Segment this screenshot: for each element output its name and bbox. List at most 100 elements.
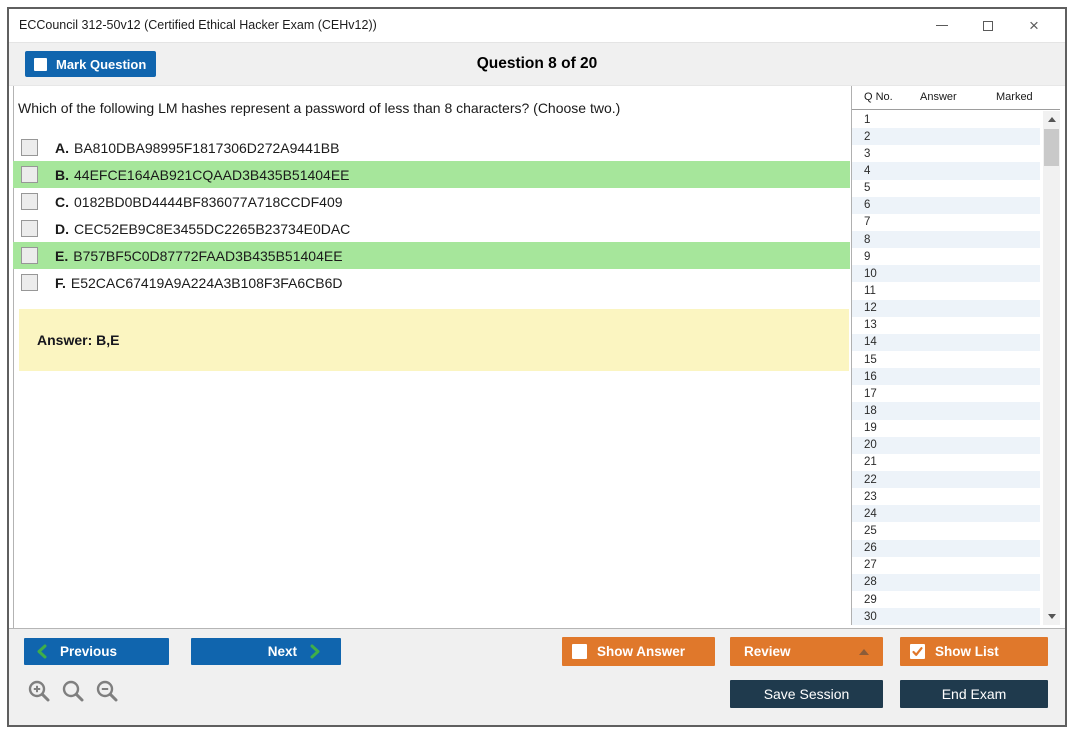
show-list-checkbox[interactable] (910, 644, 925, 659)
option-text: 44EFCE164AB921CQAAD3B435B51404EE (74, 166, 350, 183)
title-bar: ECCouncil 312-50v12 (Certified Ethical H… (9, 9, 1065, 42)
chevron-right-icon (310, 644, 320, 659)
question-list-row[interactable]: 23 (852, 488, 1040, 505)
question-list-row[interactable]: 7 (852, 214, 1040, 231)
scroll-up-icon[interactable] (1043, 112, 1060, 127)
row-qno: 23 (864, 490, 877, 503)
minimize-button[interactable] (919, 9, 965, 42)
zoom-out-icon[interactable] (95, 679, 120, 704)
show-answer-button[interactable]: Show Answer (562, 637, 715, 666)
row-qno: 3 (864, 147, 871, 160)
question-text: Which of the following LM hashes represe… (18, 100, 621, 116)
row-qno: 7 (864, 216, 871, 229)
question-list-row[interactable]: 21 (852, 454, 1040, 471)
answer-option[interactable]: D. CEC52EB9C8E3455DC2265B23734E0DAC (13, 215, 850, 242)
question-list-row[interactable]: 3 (852, 145, 1040, 162)
question-list-row[interactable]: 29 (852, 591, 1040, 608)
caret-up-icon (859, 649, 869, 655)
question-list-row[interactable]: 10 (852, 265, 1040, 283)
row-qno: 17 (864, 387, 877, 400)
window-controls: × (919, 9, 1057, 42)
question-list-row[interactable]: 27 (852, 557, 1040, 574)
option-checkbox[interactable] (21, 220, 38, 237)
previous-label: Previous (60, 644, 118, 659)
question-list-row[interactable]: 20 (852, 436, 1040, 454)
close-button[interactable]: × (1011, 9, 1057, 42)
question-list-row[interactable]: 24 (852, 505, 1040, 523)
chevron-left-icon (37, 644, 47, 659)
zoom-reset-icon[interactable] (61, 679, 86, 704)
end-exam-label: End Exam (941, 686, 1007, 702)
option-letter: F. (55, 274, 66, 291)
option-checkbox[interactable] (21, 166, 38, 183)
option-checkbox[interactable] (21, 139, 38, 156)
question-list-row[interactable]: 5 (852, 180, 1040, 197)
previous-button[interactable]: Previous (24, 638, 169, 665)
answer-option[interactable]: B. 44EFCE164AB921CQAAD3B435B51404EE (13, 161, 850, 188)
column-header-answer: Answer (920, 91, 957, 103)
row-qno: 19 (864, 422, 877, 435)
next-label: Next (267, 644, 297, 659)
row-qno: 10 (864, 267, 877, 280)
column-header-marked: Marked (996, 91, 1033, 103)
row-qno: 22 (864, 473, 877, 486)
question-list-row[interactable]: 16 (852, 368, 1040, 386)
option-text: CEC52EB9C8E3455DC2265B23734E0DAC (74, 220, 351, 237)
show-answer-checkbox[interactable] (572, 644, 587, 659)
question-list-scrollbar[interactable] (1043, 111, 1060, 625)
mark-question-button[interactable]: Mark Question (25, 51, 156, 77)
question-list-row[interactable]: 22 (852, 470, 1040, 489)
answer-option[interactable]: F. E52CAC67419A9A224A3B108F3FA6CB6D (13, 269, 850, 296)
question-list-row[interactable]: 28 (852, 573, 1040, 591)
answer-option[interactable]: C. 0182BD0BD4444BF836077A718CCDF409 (13, 188, 850, 215)
question-list-row[interactable]: 12 (852, 299, 1040, 317)
question-list-row[interactable]: 19 (852, 420, 1040, 437)
question-list-row[interactable]: 1 (852, 111, 1040, 128)
minimize-icon (936, 25, 948, 26)
row-qno: 21 (864, 456, 877, 469)
question-list-row[interactable]: 15 (852, 351, 1040, 368)
show-list-button[interactable]: Show List (900, 637, 1048, 666)
row-qno: 6 (864, 199, 871, 212)
question-list-row[interactable]: 9 (852, 248, 1040, 265)
question-list-row[interactable]: 14 (852, 333, 1040, 351)
scroll-down-icon[interactable] (1043, 609, 1060, 624)
zoom-in-icon[interactable] (27, 679, 52, 704)
mark-question-checkbox[interactable] (34, 57, 47, 71)
question-list-row[interactable]: 30 (852, 608, 1040, 626)
row-qno: 24 (864, 507, 877, 520)
option-text: 0182BD0BD4444BF836077A718CCDF409 (74, 193, 343, 210)
question-list-row[interactable]: 13 (852, 317, 1040, 334)
row-qno: 20 (864, 439, 877, 452)
review-button[interactable]: Review (730, 637, 883, 666)
show-list-label: Show List (935, 644, 999, 659)
question-list-row[interactable]: 25 (852, 522, 1040, 539)
scrollbar-thumb[interactable] (1044, 129, 1059, 166)
option-text: B757BF5C0D87772FAAD3B435B51404EE (73, 247, 343, 264)
mark-question-label: Mark Question (56, 56, 147, 72)
question-list-row[interactable]: 2 (852, 128, 1040, 146)
question-list-row[interactable]: 8 (852, 230, 1040, 249)
save-session-button[interactable]: Save Session (730, 680, 883, 708)
window-title: ECCouncil 312-50v12 (Certified Ethical H… (19, 18, 377, 32)
options-list: A. BA810DBA98995F1817306D272A9441BB B. 4… (13, 134, 850, 296)
end-exam-button[interactable]: End Exam (900, 680, 1048, 708)
question-list-row[interactable]: 4 (852, 162, 1040, 180)
option-checkbox[interactable] (21, 247, 38, 264)
option-checkbox[interactable] (21, 274, 38, 291)
question-list-row[interactable]: 6 (852, 196, 1040, 214)
question-list-row[interactable]: 26 (852, 539, 1040, 557)
row-qno: 13 (864, 319, 877, 332)
next-button[interactable]: Next (191, 638, 341, 665)
question-list-row[interactable]: 17 (852, 385, 1040, 402)
option-checkbox[interactable] (21, 193, 38, 210)
answer-option[interactable]: A. BA810DBA98995F1817306D272A9441BB (13, 134, 850, 161)
option-text: BA810DBA98995F1817306D272A9441BB (74, 139, 340, 156)
row-qno: 2 (864, 130, 871, 143)
question-list-row[interactable]: 11 (852, 282, 1040, 299)
answer-option[interactable]: E. B757BF5C0D87772FAAD3B435B51404EE (13, 242, 850, 269)
option-letter: A. (55, 139, 69, 156)
question-list-header: Q No. Answer Marked (852, 86, 1060, 110)
question-list-row[interactable]: 18 (852, 402, 1040, 420)
maximize-button[interactable] (965, 9, 1011, 42)
